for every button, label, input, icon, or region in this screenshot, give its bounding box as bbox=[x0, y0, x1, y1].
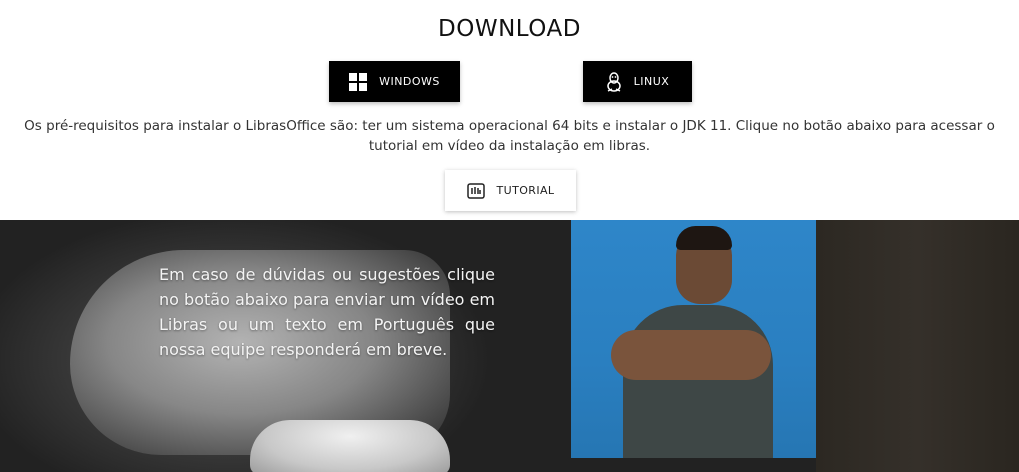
windows-download-button[interactable]: WINDOWS bbox=[329, 61, 460, 102]
signer-hair bbox=[676, 226, 732, 250]
background-right-panel bbox=[816, 220, 1019, 472]
tutorial-button[interactable]: TUTORIAL bbox=[445, 170, 576, 211]
download-section: DOWNLOAD WINDOWS LINUX Os pré-requisitos… bbox=[0, 0, 1019, 220]
signer-hands bbox=[611, 330, 771, 380]
background-fingernail bbox=[250, 420, 450, 472]
linux-download-button[interactable]: LINUX bbox=[583, 61, 692, 102]
sign-language-icon bbox=[466, 182, 485, 200]
linux-button-label: LINUX bbox=[633, 75, 670, 88]
libras-video[interactable] bbox=[571, 220, 816, 458]
feedback-text: Em caso de dúvidas ou sugestões clique n… bbox=[159, 265, 495, 359]
page-title: DOWNLOAD bbox=[438, 16, 581, 42]
windows-icon bbox=[349, 72, 368, 91]
feedback-section: Em caso de dúvidas ou sugestões clique n… bbox=[0, 220, 1019, 472]
linux-tux-icon bbox=[606, 71, 622, 92]
prerequisites-text: Os pré-requisitos para instalar o Libras… bbox=[24, 118, 995, 154]
signer-body bbox=[623, 305, 773, 458]
windows-button-label: WINDOWS bbox=[379, 75, 440, 88]
tutorial-button-label: TUTORIAL bbox=[496, 184, 555, 197]
